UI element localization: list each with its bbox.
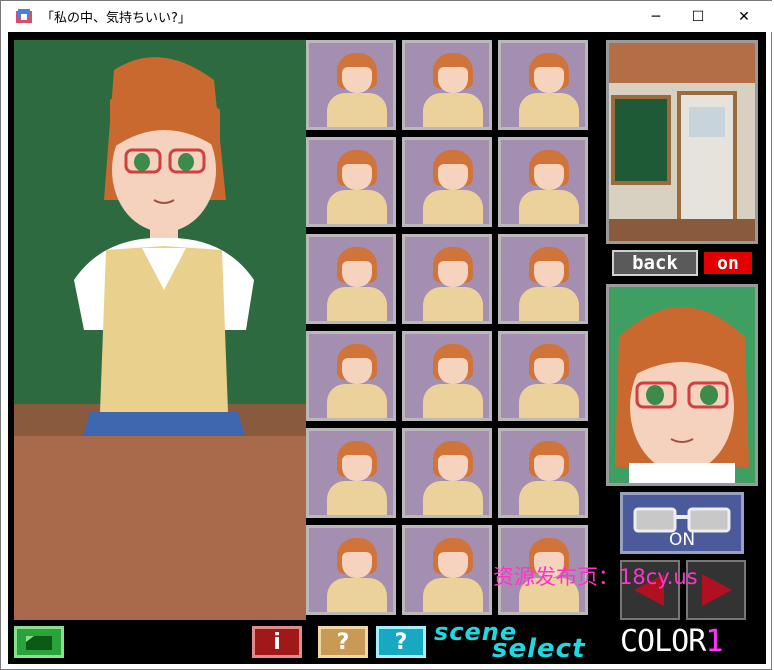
help-button-1[interactable]: ?: [318, 626, 368, 658]
scene-thumbnail[interactable]: [306, 525, 396, 615]
close-button[interactable]: ✕: [721, 1, 767, 32]
scene-select-word-2: select: [492, 634, 586, 664]
back-button[interactable]: back: [612, 250, 698, 276]
thumbnail-face: [534, 261, 564, 287]
thumbnail-body: [423, 287, 483, 321]
thumbnail-face: [342, 261, 372, 287]
watermark-text: 资源发布页：18cy.us: [493, 565, 698, 589]
thumbnail-face: [534, 164, 564, 190]
scene-thumbnail[interactable]: [402, 331, 492, 421]
thumbnail-face: [438, 358, 468, 384]
thumbnail-face: [534, 358, 564, 384]
arrow-right-icon: [702, 574, 732, 606]
scene-thumbnail[interactable]: [402, 428, 492, 518]
thumbnail-face: [534, 455, 564, 481]
thumbnail-face: [342, 552, 372, 578]
character-scene: [14, 40, 306, 436]
thumbnail-body: [519, 287, 579, 321]
thumbnail-body: [423, 93, 483, 127]
scene-thumbnail[interactable]: [306, 234, 396, 324]
portrait-illustration: [609, 287, 755, 483]
scene-thumbnail[interactable]: [498, 234, 588, 324]
scene-thumbnail[interactable]: [498, 428, 588, 518]
color-label: COLOR: [620, 624, 706, 659]
maximize-button[interactable]: ☐: [675, 1, 721, 32]
help-button-2[interactable]: ?: [376, 626, 426, 658]
window-title: 「私の中、気持ちいい?」: [41, 11, 191, 26]
scene-thumbnail[interactable]: [498, 137, 588, 227]
thumbnail-body: [519, 190, 579, 224]
thumbnail-body: [327, 190, 387, 224]
scene-thumbnail[interactable]: [498, 331, 588, 421]
info-button[interactable]: i: [252, 626, 302, 658]
screenshot-button[interactable]: [14, 626, 64, 658]
scene-thumbnail[interactable]: [402, 234, 492, 324]
color-indicator: COLOR1: [620, 624, 723, 659]
thumbnail-body: [423, 578, 483, 612]
glasses-toggle-label: ON: [668, 530, 696, 550]
scene-thumbnail[interactable]: [306, 331, 396, 421]
maximize-icon: ☐: [691, 8, 705, 25]
scene-thumbnail[interactable]: [402, 525, 492, 615]
thumbnail-face: [534, 67, 564, 93]
background-preview: [606, 40, 758, 244]
camera-icon: [26, 636, 52, 650]
classroom-background-illustration: [609, 43, 755, 241]
scene-thumbnail[interactable]: [306, 428, 396, 518]
thumbnail-face: [438, 164, 468, 190]
minimize-button[interactable]: ─: [633, 1, 679, 32]
thumbnail-body: [423, 384, 483, 418]
character-illustration: [14, 40, 306, 436]
classroom-floor: [14, 436, 306, 620]
thumbnail-body: [327, 481, 387, 515]
title-bar[interactable]: 「私の中、気持ちいい?」 ─ ☐ ✕: [1, 1, 773, 32]
scene-thumbnail[interactable]: [306, 137, 396, 227]
thumbnail-body: [423, 190, 483, 224]
scene-thumbnail[interactable]: [402, 137, 492, 227]
minimize-icon: ─: [651, 8, 661, 25]
thumbnail-face: [342, 358, 372, 384]
glasses-toggle-button[interactable]: ON: [620, 492, 744, 554]
color-number: 1: [705, 624, 723, 659]
thumbnail-body: [327, 287, 387, 321]
scene-thumbnail[interactable]: [498, 40, 588, 130]
thumbnail-face: [438, 552, 468, 578]
thumbnail-body: [327, 384, 387, 418]
scene-thumbnail[interactable]: [306, 40, 396, 130]
thumbnail-body: [519, 93, 579, 127]
scene-thumbnail[interactable]: [402, 40, 492, 130]
app-window: 「私の中、気持ちいい?」 ─ ☐ ✕ back on ON i ? ? scen…: [0, 0, 773, 670]
thumbnail-body: [519, 481, 579, 515]
thumbnail-body: [327, 93, 387, 127]
thumbnail-face: [342, 67, 372, 93]
thumbnail-body: [519, 384, 579, 418]
scene-select-button[interactable]: scene select: [432, 618, 590, 664]
thumbnail-face: [342, 164, 372, 190]
thumbnail-face: [438, 455, 468, 481]
thumbnail-face: [342, 455, 372, 481]
character-portrait: [606, 284, 758, 486]
thumbnail-face: [438, 67, 468, 93]
app-icon: [16, 9, 32, 23]
thumbnail-body: [423, 481, 483, 515]
close-icon: ✕: [738, 8, 750, 25]
on-toggle-button[interactable]: on: [704, 252, 752, 274]
thumbnail-body: [327, 578, 387, 612]
thumbnail-face: [438, 261, 468, 287]
